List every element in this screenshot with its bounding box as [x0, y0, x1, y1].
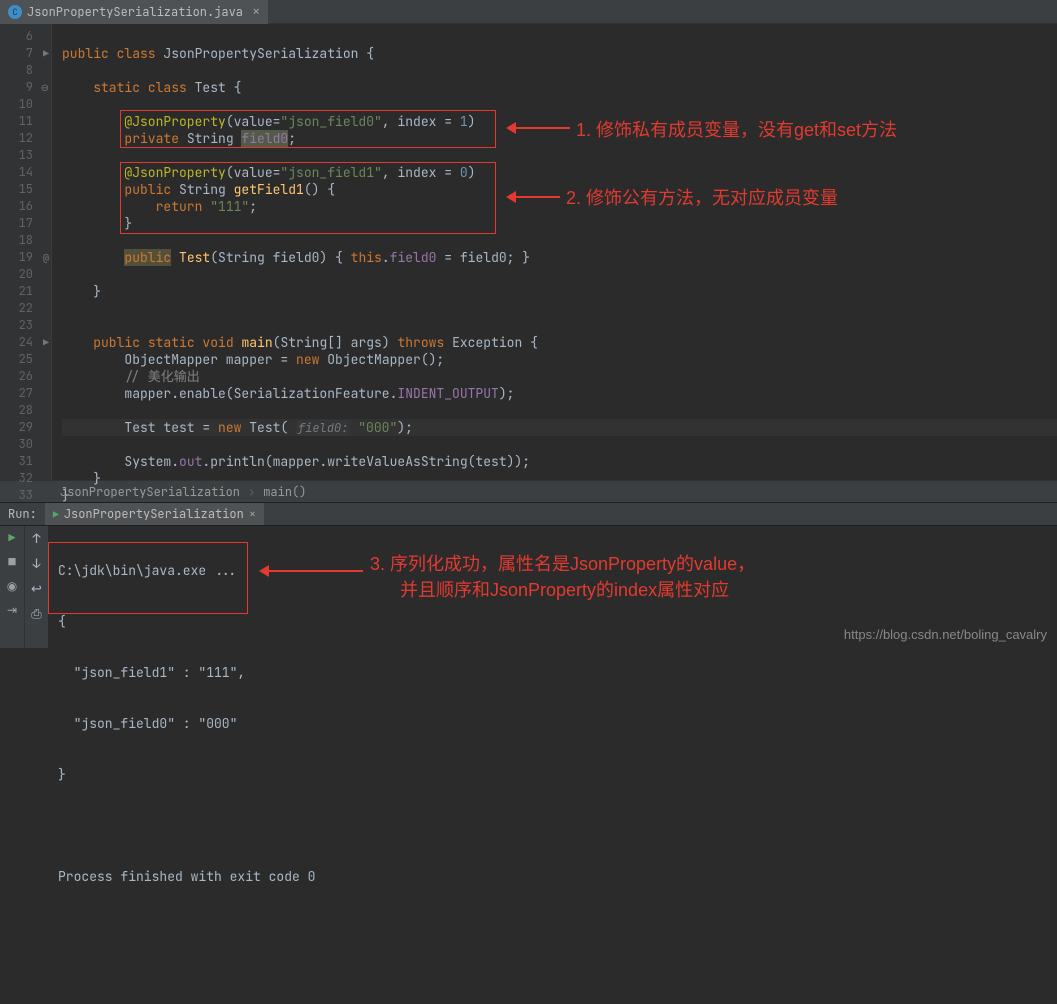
- code-line: public Test(String field0) { this.field0…: [62, 249, 1057, 266]
- rerun-icon[interactable]: ▶: [4, 530, 20, 546]
- code-line: [62, 62, 1057, 79]
- line-number: 21: [0, 283, 51, 300]
- code-line: }: [62, 470, 1057, 487]
- editor-tab-bar: C JsonPropertySerialization.java ×: [0, 0, 1057, 24]
- file-tab[interactable]: C JsonPropertySerialization.java ×: [0, 0, 268, 24]
- code-line: [62, 266, 1057, 283]
- run-config-tab[interactable]: ▶ JsonPropertySerialization ×: [45, 503, 264, 525]
- line-number: 15: [0, 181, 51, 198]
- line-number: 30: [0, 436, 51, 453]
- code-line: ObjectMapper mapper = new ObjectMapper()…: [62, 351, 1057, 368]
- code-line: [62, 402, 1057, 419]
- line-number: 10: [0, 96, 51, 113]
- run-tool-strip: ▶ ■ ◉ ⇥: [0, 526, 24, 648]
- annotation-text-3b: 并且顺序和JsonProperty的index属性对应: [400, 582, 729, 599]
- code-line: [62, 317, 1057, 334]
- line-number: 31: [0, 453, 51, 470]
- code-line: mapper.enable(SerializationFeature.INDEN…: [62, 385, 1057, 402]
- code-line: // 美化输出: [62, 368, 1057, 385]
- line-number: 13: [0, 147, 51, 164]
- code-line: private String field0;: [62, 130, 1057, 147]
- close-run-tab-icon[interactable]: ×: [249, 506, 256, 522]
- line-number: 27: [0, 385, 51, 402]
- line-number: 28: [0, 402, 51, 419]
- annotation-arrow-2: [510, 196, 560, 198]
- line-number: 8: [0, 62, 51, 79]
- file-tab-label: JsonPropertySerialization.java: [27, 4, 243, 20]
- watermark: https://blog.csdn.net/boling_cavalry: [844, 627, 1047, 642]
- code-line: System.out.println(mapper.writeValueAsSt…: [62, 453, 1057, 470]
- line-number: 16: [0, 198, 51, 215]
- line-number: 25: [0, 351, 51, 368]
- code-line: return "111";: [62, 198, 1057, 215]
- annotation-arrow-1: [510, 127, 570, 129]
- code-line: }: [62, 283, 1057, 300]
- console-line: C:\jdk\bin\java.exe ...: [58, 562, 1057, 579]
- code-line: [62, 28, 1057, 45]
- console-line: [58, 817, 1057, 834]
- exit-icon[interactable]: ⇥: [4, 602, 20, 618]
- run-config-name: JsonPropertySerialization: [64, 506, 244, 522]
- line-number: 29: [0, 419, 51, 436]
- code-line: Test test = new Test( field0: "000");: [62, 419, 1057, 436]
- line-number: 24▶: [0, 334, 51, 351]
- line-number: 26: [0, 368, 51, 385]
- line-number: 33: [0, 487, 51, 504]
- line-number: 11: [0, 113, 51, 130]
- line-number: 18: [0, 232, 51, 249]
- line-number: 22: [0, 300, 51, 317]
- line-number: 12: [0, 130, 51, 147]
- gutter: 67▶89⊖10111213141516171819@2021222324▶25…: [0, 24, 52, 480]
- line-number: 6: [0, 28, 51, 45]
- code-line: }: [62, 215, 1057, 232]
- console-line: "json_field1" : "111",: [58, 664, 1057, 681]
- camera-icon[interactable]: ◉: [4, 578, 20, 594]
- console-line: Process finished with exit code 0: [58, 868, 1057, 885]
- line-number: 20: [0, 266, 51, 283]
- run-panel-header: Run: ▶ JsonPropertySerialization ×: [0, 502, 1057, 526]
- down-icon[interactable]: ↓: [33, 555, 41, 572]
- code-line: public class JsonPropertySerialization {: [62, 45, 1057, 62]
- code-line: @JsonProperty(value="json_field1", index…: [62, 164, 1057, 181]
- run-label: Run:: [0, 506, 45, 522]
- run-sub-strip: ↑ ↓ ↩ ⎙: [24, 526, 48, 648]
- close-tab-icon[interactable]: ×: [252, 3, 260, 21]
- print-icon[interactable]: ⎙: [31, 605, 41, 622]
- console-line: }: [58, 766, 1057, 783]
- code-line: }: [62, 487, 1057, 504]
- line-number: 7▶: [0, 45, 51, 62]
- editor[interactable]: 67▶89⊖10111213141516171819@2021222324▶25…: [0, 24, 1057, 480]
- annotation-arrow-3: [263, 570, 363, 572]
- line-number: 14: [0, 164, 51, 181]
- stop-icon[interactable]: ■: [4, 554, 20, 570]
- code-line: public static void main(String[] args) t…: [62, 334, 1057, 351]
- console-line: "json_field0" : "000": [58, 715, 1057, 732]
- run-config-icon: ▶: [53, 508, 59, 521]
- line-number: 32: [0, 470, 51, 487]
- code-line: [62, 300, 1057, 317]
- code-line: [62, 232, 1057, 249]
- line-number: 9⊖: [0, 79, 51, 96]
- code-line: [62, 147, 1057, 164]
- java-file-icon: C: [8, 5, 22, 19]
- line-number: 19@: [0, 249, 51, 266]
- wrap-icon[interactable]: ↩: [31, 580, 42, 597]
- code-area[interactable]: public class JsonPropertySerialization {…: [52, 24, 1057, 480]
- code-line: [62, 436, 1057, 453]
- code-line: static class Test {: [62, 79, 1057, 96]
- line-number: 23: [0, 317, 51, 334]
- up-icon[interactable]: ↑: [33, 530, 41, 547]
- line-number: 17: [0, 215, 51, 232]
- code-line: [62, 96, 1057, 113]
